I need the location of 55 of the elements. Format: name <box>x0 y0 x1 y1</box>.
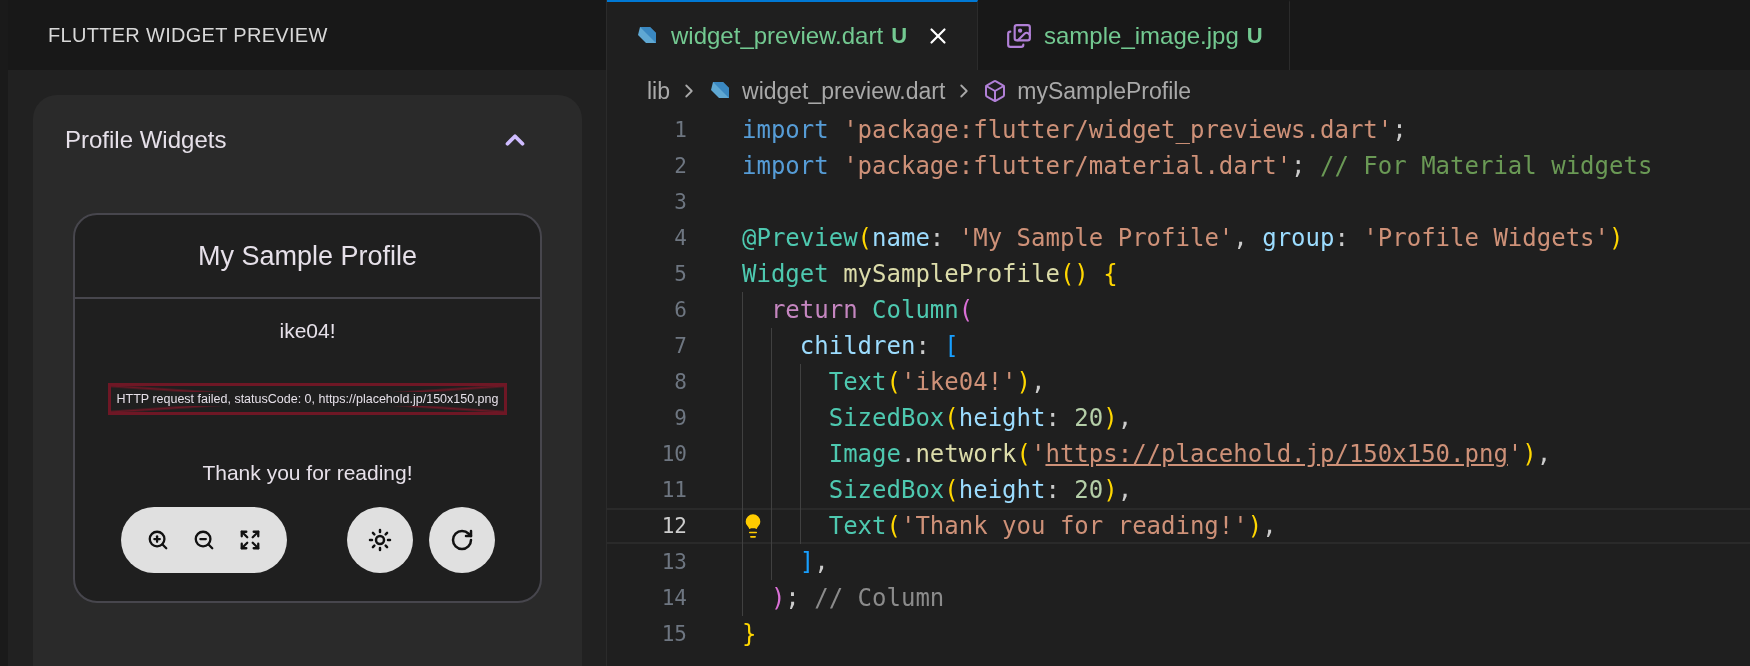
panel-title: FLUTTER WIDGET PREVIEW <box>48 23 328 47</box>
line-number: 12 <box>660 514 687 538</box>
code-line: Text('Thank you for reading!'), <box>828 512 1277 540</box>
code-line: children: [ <box>799 332 959 360</box>
code-line: import 'package:flutter/material.dart'; // For Material widgets <box>742 152 1653 180</box>
line-number: 11 <box>660 478 687 502</box>
line-number: 15 <box>660 622 687 646</box>
line-number: 6 <box>673 298 687 322</box>
refresh-icon <box>449 528 474 552</box>
greeting-text: ike04! <box>279 319 336 343</box>
code-line: Image.network(' <box>828 440 1046 468</box>
breadcrumb-item[interactable]: widget_preview.dart <box>742 77 946 105</box>
line-number: 8 <box>673 370 687 394</box>
tab-label: widget_preview.dart <box>671 22 884 50</box>
code-line: ); // Column <box>770 584 945 612</box>
code-line: @Preview(name: 'My Sample Profile', group: 'Profile Widgets') <box>742 224 1624 252</box>
zoom-out-button[interactable] <box>192 529 215 551</box>
git-status-letter: U <box>1246 23 1263 49</box>
image-file-icon <box>1006 23 1032 49</box>
code-line: return Column( <box>770 296 974 324</box>
code-line: Widget mySampleProfile() { <box>742 260 1118 288</box>
code-line: } <box>742 620 757 648</box>
footer-text: Thank you for reading! <box>202 461 413 485</box>
line-number: 13 <box>660 550 687 574</box>
fit-to-screen-button[interactable] <box>238 529 261 551</box>
line-number: 10 <box>660 442 687 466</box>
line-number: 3 <box>673 190 687 214</box>
editor-tab[interactable]: widget_preview.dart U <box>607 0 978 70</box>
code-line: SizedBox(height: 20), <box>828 476 1133 504</box>
code-line: SizedBox(height: 20), <box>828 404 1133 432</box>
group-title: Profile Widgets <box>65 126 227 154</box>
code-line: '), <box>1507 440 1552 468</box>
tab-label: sample_image.jpg <box>1044 22 1239 50</box>
error-message: HTTP request failed, statusCode: 0, https://placehold.jp/150x150.png <box>116 392 499 406</box>
cube-icon <box>983 79 1008 103</box>
line-number: 14 <box>660 586 687 610</box>
line-number: 7 <box>673 334 687 358</box>
zoom-in-button[interactable] <box>146 529 169 551</box>
expand-arrows-icon <box>238 529 261 551</box>
preview-title: My Sample Profile <box>197 240 418 272</box>
code-line: ], <box>799 548 829 576</box>
line-number: 1 <box>673 118 687 142</box>
breadcrumb-item[interactable]: mySampleProfile <box>1017 77 1192 105</box>
line-number: 2 <box>673 154 687 178</box>
zoom-out-icon <box>192 529 215 551</box>
sun-icon <box>367 528 392 552</box>
breadcrumb-item[interactable]: lib <box>647 77 670 105</box>
code-line: import 'package:flutter/widget_previews.dart'; <box>742 116 1407 144</box>
code-link[interactable]: https://placehold.jp/150x150.png <box>1045 440 1508 468</box>
line-number: 9 <box>673 406 687 430</box>
zoom-in-icon <box>146 529 169 551</box>
line-number: 4 <box>673 226 687 250</box>
line-number: 5 <box>673 262 687 286</box>
git-status-letter: U <box>891 23 907 49</box>
code-line: Text('ike04!'), <box>828 368 1046 396</box>
